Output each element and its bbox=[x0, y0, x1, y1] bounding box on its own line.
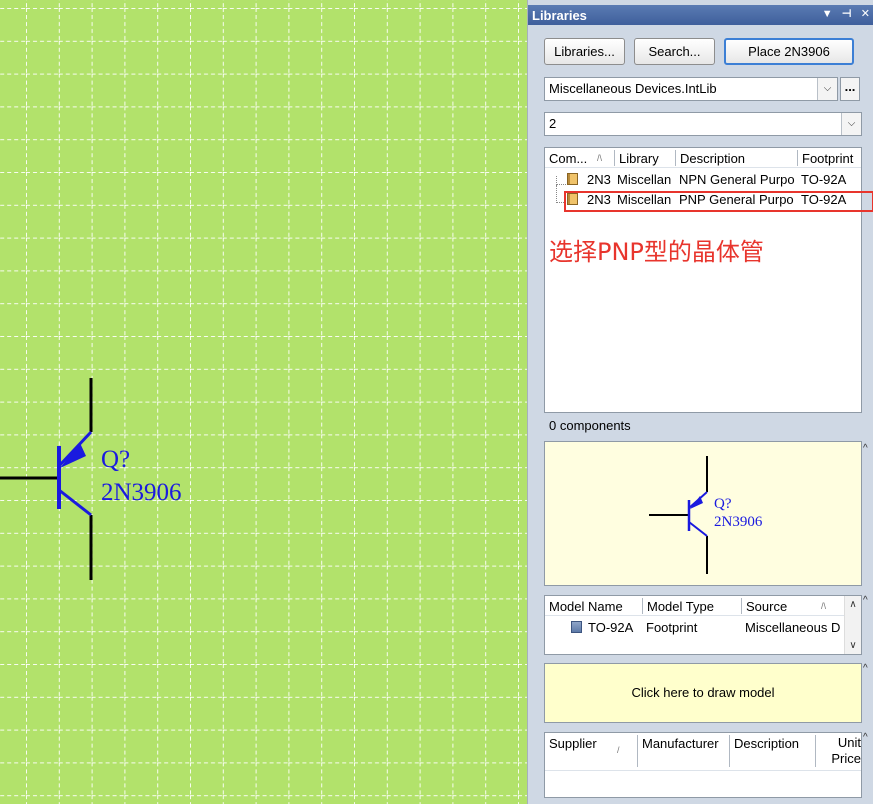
annotation-text: 选择PNP型的晶体管 bbox=[549, 238, 764, 266]
collapse-icon[interactable]: ^ bbox=[863, 595, 868, 606]
model-name-cell: TO-92A bbox=[588, 620, 634, 635]
part-label: 2N3906 bbox=[101, 479, 182, 506]
libraries-panel: Libraries ▼ ⊣ ✕ Libraries... Search... P… bbox=[527, 0, 873, 804]
models-list[interactable]: Model Name Model Type Source /\ TO-92A F… bbox=[544, 595, 862, 655]
library-options-button[interactable]: ... bbox=[840, 77, 860, 101]
column-supplier[interactable]: Supplier bbox=[549, 736, 597, 751]
library-select-value: Miscellaneous Devices.IntLib bbox=[549, 81, 717, 96]
components-list[interactable]: Com... /\ Library Description Footprint … bbox=[544, 147, 862, 433]
pin-icon[interactable]: ⊣ bbox=[842, 8, 852, 20]
collapse-icon[interactable]: ^ bbox=[863, 443, 868, 454]
components-header: Com... /\ Library Description Footprint bbox=[545, 148, 861, 168]
models-header: Model Name Model Type Source /\ bbox=[545, 596, 861, 616]
model-type-cell: Footprint bbox=[646, 620, 698, 635]
suppliers-header: Supplier / Manufacturer Description Unit… bbox=[545, 733, 861, 771]
table-row[interactable]: TO-92A Footprint Miscellaneous D bbox=[545, 618, 861, 637]
close-icon[interactable]: ✕ bbox=[861, 8, 870, 20]
libraries-button[interactable]: Libraries... bbox=[544, 38, 625, 65]
model-source-cell: Miscellaneous D bbox=[745, 620, 841, 635]
panel-titlebar: Libraries ▼ ⊣ ✕ bbox=[528, 5, 873, 25]
component-icon bbox=[567, 173, 578, 185]
scroll-up-icon[interactable]: ∧ bbox=[845, 599, 861, 610]
column-description[interactable]: Description bbox=[680, 151, 745, 166]
scroll-down-icon[interactable]: ∨ bbox=[845, 640, 861, 651]
preview-symbol: Q? 2N3906 bbox=[649, 456, 763, 574]
panel-title: Libraries bbox=[532, 8, 587, 23]
sort-icon: / bbox=[617, 745, 620, 755]
symbol-preview: Q? 2N3906 bbox=[544, 441, 862, 586]
models-scrollbar[interactable]: ∧ ∨ bbox=[844, 596, 861, 654]
library-cell: Miscellan bbox=[617, 172, 672, 187]
description-cell: NPN General Purpo bbox=[679, 172, 795, 187]
component-count: 0 components bbox=[549, 418, 631, 433]
column-manufacturer[interactable]: Manufacturer bbox=[642, 736, 719, 751]
selection-highlight bbox=[564, 191, 873, 212]
column-model-type[interactable]: Model Type bbox=[647, 599, 714, 614]
column-component[interactable]: Com... bbox=[549, 151, 587, 166]
chevron-down-icon[interactable]: ⌵ bbox=[841, 113, 861, 135]
pnp-transistor-symbol[interactable]: Q? 2N3906 bbox=[0, 370, 240, 590]
column-model-name[interactable]: Model Name bbox=[549, 599, 623, 614]
designator-label: Q? bbox=[101, 446, 130, 473]
filter-select[interactable]: 2 ⌵ bbox=[544, 112, 862, 136]
footprint-icon bbox=[571, 621, 582, 633]
component-cell: 2N3 bbox=[587, 172, 611, 187]
place-button[interactable]: Place 2N3906 bbox=[724, 38, 854, 65]
sort-icon: /\ bbox=[597, 153, 603, 163]
collapse-icon[interactable]: ^ bbox=[863, 663, 868, 674]
column-library[interactable]: Library bbox=[619, 151, 659, 166]
column-description[interactable]: Description bbox=[734, 736, 799, 751]
search-button[interactable]: Search... bbox=[634, 38, 715, 65]
chevron-down-icon[interactable]: ⌵ bbox=[817, 78, 837, 100]
schematic-canvas[interactable]: Q? 2N3906 bbox=[0, 0, 527, 804]
draw-model-area[interactable]: Click here to draw model bbox=[544, 663, 862, 723]
sort-icon: /\ bbox=[821, 601, 827, 611]
suppliers-list[interactable]: Supplier / Manufacturer Description Unit… bbox=[544, 732, 862, 798]
library-select[interactable]: Miscellaneous Devices.IntLib ⌵ bbox=[544, 77, 838, 101]
column-footprint[interactable]: Footprint bbox=[802, 151, 853, 166]
column-unit-price[interactable]: Unit Price bbox=[825, 735, 861, 767]
preview-designator: Q? bbox=[714, 496, 732, 512]
preview-part: 2N3906 bbox=[714, 514, 763, 530]
collapse-icon[interactable]: ^ bbox=[863, 732, 868, 743]
footprint-cell: TO-92A bbox=[801, 172, 847, 187]
list-item[interactable]: 2N3 Miscellan NPN General Purpo TO-92A bbox=[545, 170, 861, 189]
filter-select-value: 2 bbox=[549, 116, 557, 131]
dropdown-icon[interactable]: ▼ bbox=[822, 8, 833, 20]
column-source[interactable]: Source bbox=[746, 599, 787, 614]
